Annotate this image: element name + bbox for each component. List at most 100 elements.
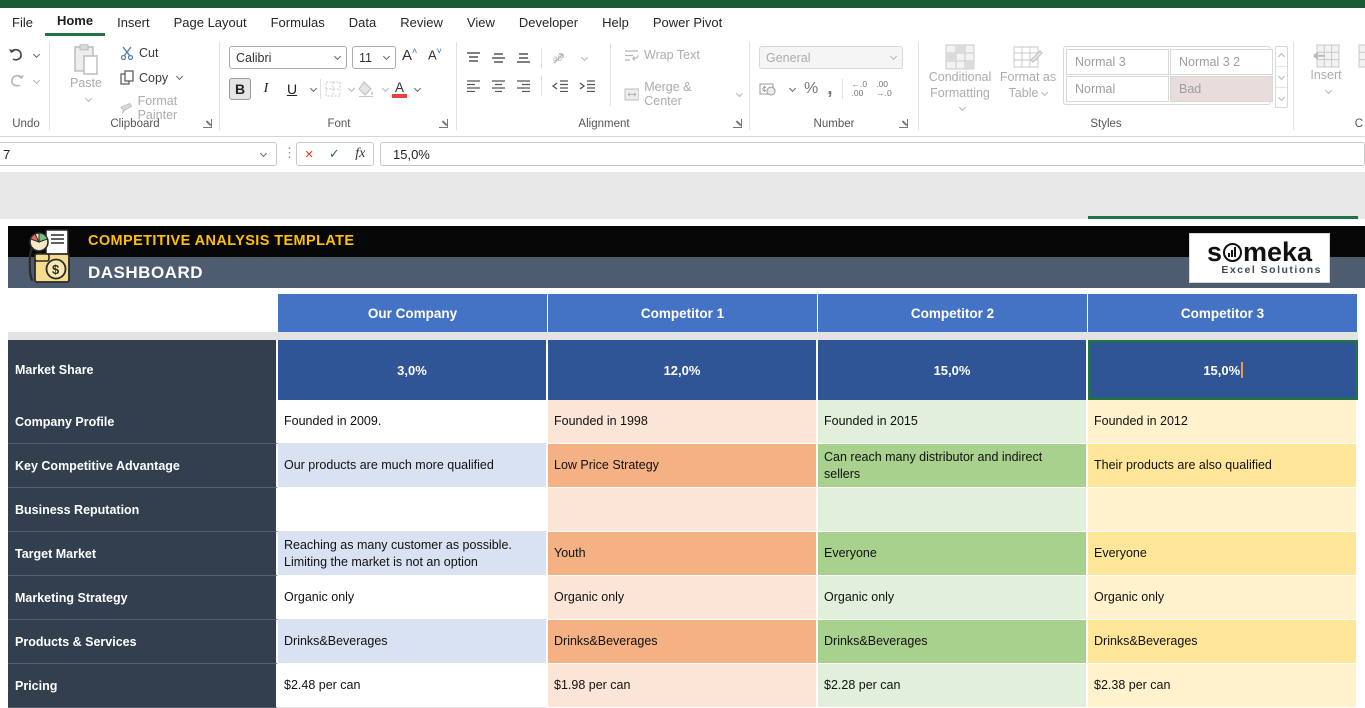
- accounting-format-icon[interactable]: ¢: [759, 82, 777, 96]
- column-header-competitor-1[interactable]: Competitor 1: [548, 294, 818, 332]
- redo-button[interactable]: [4, 72, 48, 90]
- table-cell[interactable]: Organic only: [818, 576, 1088, 620]
- row-label[interactable]: Products & Services: [8, 620, 278, 664]
- table-cell[interactable]: Drinks&Beverages: [818, 620, 1088, 664]
- cut-button[interactable]: Cut: [116, 44, 162, 62]
- fill-color-icon[interactable]: [358, 81, 375, 97]
- table-cell[interactable]: Drinks&Beverages: [1088, 620, 1358, 664]
- paste-button[interactable]: Paste: [62, 44, 110, 108]
- ribbon-tab-developer[interactable]: Developer: [507, 8, 590, 36]
- row-label[interactable]: Business Reputation: [8, 488, 278, 532]
- table-cell[interactable]: [278, 488, 548, 532]
- shrink-font-button[interactable]: A˅: [428, 46, 442, 62]
- gallery-scroll-up[interactable]: [1276, 47, 1287, 66]
- font-dialog-launcher[interactable]: [439, 119, 448, 128]
- conditional-formatting-button[interactable]: ConditionalFormatting: [927, 44, 993, 117]
- column-header-competitor-3[interactable]: Competitor 3: [1088, 294, 1358, 332]
- style-gallery-item-bad[interactable]: Bad: [1170, 76, 1273, 102]
- row-label[interactable]: Company Profile: [8, 400, 278, 444]
- paste-dropdown-chevron[interactable]: [84, 95, 91, 102]
- table-cell[interactable]: Reaching as many customer as possible. L…: [278, 532, 548, 576]
- insert-function-icon[interactable]: fx: [355, 146, 365, 162]
- merge-center-chevron[interactable]: [736, 90, 743, 97]
- row-label[interactable]: Marketing Strategy: [8, 576, 278, 620]
- row-label[interactable]: Key Competitive Advantage: [8, 444, 278, 488]
- table-cell[interactable]: [818, 488, 1088, 532]
- align-middle-icon[interactable]: [491, 52, 506, 64]
- formula-bar-splitter[interactable]: ⋮: [283, 145, 296, 161]
- cancel-edit-icon[interactable]: ×: [305, 147, 314, 162]
- font-size-combo[interactable]: 11: [352, 46, 396, 69]
- ribbon-tab-home[interactable]: Home: [45, 8, 105, 36]
- row-label-market-share[interactable]: Market Share: [8, 340, 278, 400]
- align-top-icon[interactable]: [466, 52, 481, 64]
- table-cell[interactable]: Can reach many distributor and indirect …: [818, 444, 1088, 488]
- table-cell[interactable]: Organic only: [1088, 576, 1358, 620]
- ribbon-tab-file[interactable]: File: [0, 8, 45, 36]
- align-center-icon[interactable]: [491, 80, 506, 92]
- table-cell[interactable]: Drinks&Beverages: [278, 620, 548, 664]
- orientation-dropdown-chevron[interactable]: [581, 53, 588, 60]
- style-gallery-item-normal[interactable]: Normal: [1066, 76, 1169, 102]
- merge-center-button[interactable]: Merge & Center: [620, 78, 746, 110]
- formula-input[interactable]: 15,0%: [380, 142, 1365, 166]
- align-bottom-icon[interactable]: [516, 52, 531, 64]
- number-format-combo[interactable]: General: [759, 46, 903, 69]
- decrease-indent-icon[interactable]: [552, 80, 569, 92]
- table-cell[interactable]: Their products are also qualified: [1088, 444, 1358, 488]
- increase-decimal-button[interactable]: ←.0 .00: [852, 80, 868, 99]
- gallery-more-button[interactable]: [1276, 88, 1287, 107]
- table-cell[interactable]: Founded in 2012: [1088, 400, 1358, 444]
- table-cell[interactable]: $2.48 per can: [278, 664, 548, 708]
- clipboard-dialog-launcher[interactable]: [203, 119, 212, 128]
- confirm-edit-icon[interactable]: ✓: [329, 146, 340, 162]
- format-as-table-button[interactable]: Format asTable: [997, 44, 1059, 101]
- underline-button[interactable]: U: [281, 78, 303, 100]
- row-label[interactable]: Pricing: [8, 664, 278, 708]
- wrap-text-button[interactable]: Wrap Text: [620, 46, 704, 64]
- number-dialog-launcher[interactable]: [899, 119, 908, 128]
- market-share-cell-2[interactable]: 15,0%: [818, 340, 1088, 400]
- borders-dropdown-chevron[interactable]: [348, 84, 355, 91]
- table-cell[interactable]: $2.38 per can: [1088, 664, 1358, 708]
- ribbon-tab-help[interactable]: Help: [590, 8, 641, 36]
- style-gallery-item-normal-3-2[interactable]: Normal 3 2: [1170, 49, 1273, 75]
- column-header-competitor-2[interactable]: Competitor 2: [818, 294, 1088, 332]
- accounting-dropdown-chevron[interactable]: [789, 84, 796, 91]
- italic-button[interactable]: I: [255, 78, 277, 100]
- table-cell[interactable]: $2.28 per can: [818, 664, 1088, 708]
- undo-button[interactable]: [4, 46, 48, 64]
- copy-dropdown-chevron[interactable]: [176, 73, 183, 80]
- increase-indent-icon[interactable]: [579, 80, 596, 92]
- table-cell[interactable]: Everyone: [818, 532, 1088, 576]
- borders-icon[interactable]: [325, 81, 341, 97]
- underline-dropdown-chevron[interactable]: [310, 84, 317, 91]
- ribbon-tab-data[interactable]: Data: [337, 8, 388, 36]
- font-name-combo[interactable]: Calibri: [229, 46, 347, 69]
- copy-button[interactable]: Copy: [116, 68, 186, 87]
- table-cell[interactable]: Drinks&Beverages: [548, 620, 818, 664]
- grow-font-button[interactable]: A˄: [402, 46, 417, 64]
- fill-color-dropdown-chevron[interactable]: [382, 84, 389, 91]
- table-cell[interactable]: Founded in 2009.: [278, 400, 548, 444]
- bold-button[interactable]: B: [229, 78, 251, 100]
- table-cell[interactable]: Our products are much more qualified: [278, 444, 548, 488]
- redo-dropdown-chevron[interactable]: [33, 76, 40, 83]
- table-cell[interactable]: [548, 488, 818, 532]
- font-color-dropdown-chevron[interactable]: [414, 84, 421, 91]
- table-cell[interactable]: Everyone: [1088, 532, 1358, 576]
- table-cell[interactable]: Founded in 1998: [548, 400, 818, 444]
- orientation-icon[interactable]: ab: [552, 52, 568, 65]
- table-cell[interactable]: Youth: [548, 532, 818, 576]
- table-cell[interactable]: [1088, 488, 1358, 532]
- name-box-chevron[interactable]: [260, 149, 267, 156]
- ribbon-tab-power-pivot[interactable]: Power Pivot: [641, 8, 734, 36]
- gallery-scroll-down[interactable]: [1276, 66, 1287, 87]
- percent-style-button[interactable]: %: [804, 80, 818, 98]
- table-cell[interactable]: $1.98 per can: [548, 664, 818, 708]
- market-share-cell-3-editing[interactable]: 15,0%: [1088, 340, 1358, 400]
- font-color-button[interactable]: A: [392, 81, 407, 98]
- ribbon-tab-review[interactable]: Review: [388, 8, 455, 36]
- table-cell[interactable]: Organic only: [278, 576, 548, 620]
- undo-dropdown-chevron[interactable]: [33, 50, 40, 57]
